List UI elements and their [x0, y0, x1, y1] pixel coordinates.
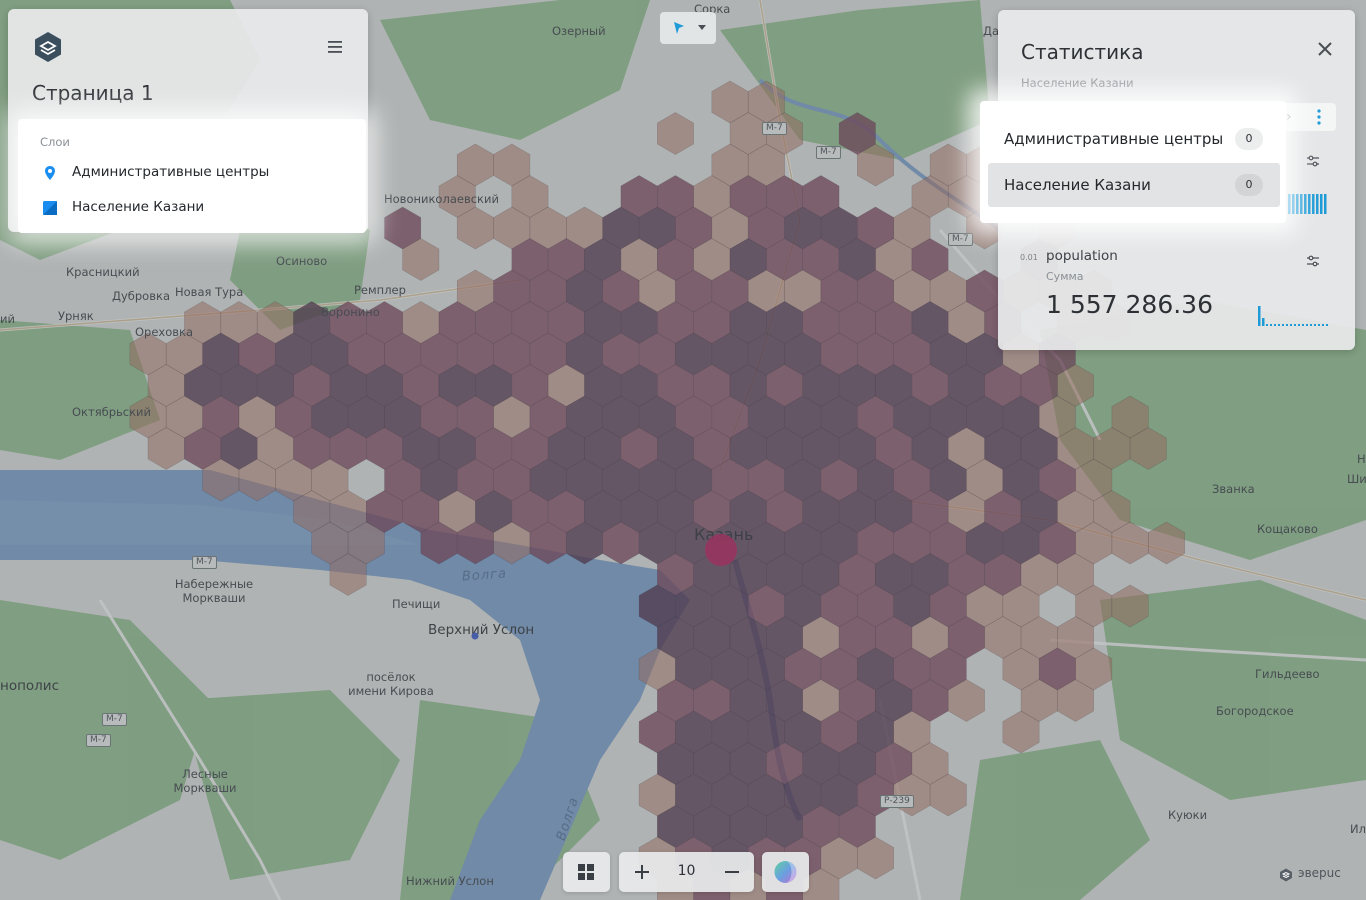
place-label: Красницкий — [66, 265, 140, 279]
metric-aggregation: Сумма — [1046, 270, 1084, 283]
place-label: посёлок имени Кирова — [348, 670, 434, 698]
grid-icon — [578, 864, 594, 880]
app-logo-icon — [35, 32, 61, 62]
place-label: Н — [1357, 452, 1366, 466]
place-label: Воронино — [321, 305, 380, 319]
road-shield: М-7 — [762, 122, 787, 135]
road-shield: М-7 — [86, 734, 111, 747]
option-count-badge: 0 — [1235, 174, 1263, 196]
layers-list: Слои Административные центры Население К… — [18, 119, 366, 233]
layer-item-admin-centers[interactable]: Административные центры — [32, 159, 352, 187]
place-label: нополис — [0, 678, 59, 694]
more-vertical-icon[interactable] — [1314, 107, 1324, 127]
admin-center-marker[interactable] — [703, 532, 739, 568]
option-count-badge: 0 — [1235, 128, 1263, 150]
layer-name: Административные центры — [72, 164, 270, 180]
cursor-arrow-icon — [674, 22, 706, 34]
sidebar-panel: Страница 1 Слои Административные центры … — [8, 9, 368, 233]
place-dot — [471, 632, 479, 640]
population-hex-cell — [1148, 521, 1185, 565]
layer-name: Население Казани — [72, 199, 205, 215]
navigation-tool-button[interactable] — [660, 12, 716, 44]
map-pin-icon — [45, 166, 55, 180]
place-label: Новониколаевский — [384, 192, 499, 206]
population-hex-cell — [656, 112, 694, 155]
place-label: Гильдеево — [1255, 667, 1320, 681]
place-label: Куюки — [1168, 808, 1208, 822]
place-label: Набережные Моркваши — [174, 577, 254, 605]
attribution-text: эверuc — [1298, 866, 1341, 880]
population-hex-cell — [1111, 584, 1149, 628]
close-icon[interactable] — [1316, 40, 1334, 58]
dropdown-option-population[interactable]: Население Казани 0 — [988, 163, 1280, 207]
place-label: Ши — [1347, 472, 1366, 486]
place-label: Озерный — [552, 24, 606, 38]
place-label: Ремплер — [354, 283, 406, 297]
place-label: Ил — [1350, 822, 1366, 836]
layers-heading: Слои — [40, 135, 70, 149]
road-shield: М-7 — [192, 556, 217, 569]
stats-layer-name: Население Казани — [1021, 76, 1134, 90]
place-label: Да — [983, 24, 1000, 38]
polygon-layer-icon — [43, 201, 57, 215]
option-label: Административные центры — [1004, 130, 1224, 148]
tune-icon[interactable] — [1306, 254, 1320, 268]
everuc-logo-icon — [1280, 868, 1292, 882]
place-label: Верхний Услон — [428, 622, 535, 638]
place-label: Дубровка — [112, 289, 170, 303]
place-label: Лесные Моркваши — [173, 767, 237, 795]
road-shield: М-7 — [816, 146, 841, 159]
histogram-sparkline — [1258, 306, 1330, 326]
hamburger-menu-icon[interactable] — [326, 37, 346, 57]
zoom-control: 10 — [619, 852, 754, 892]
layout-grid-button[interactable] — [563, 852, 610, 892]
road-shield: Р-239 — [880, 795, 914, 808]
page-title: Страница 1 — [32, 81, 154, 105]
histogram-sparkline — [1288, 194, 1327, 214]
basemap-globe-icon — [774, 861, 797, 883]
road-shield: М-7 — [102, 713, 127, 726]
zoom-out-button[interactable] — [709, 852, 754, 892]
layer-select-dropdown: Административные центры 0 Население Каза… — [980, 101, 1286, 223]
chevron-right-icon[interactable]: › — [1286, 109, 1292, 125]
decimal-field-icon: 0.01 — [1020, 253, 1038, 262]
place-label: Богородское — [1216, 704, 1294, 718]
metric-name: population — [1046, 248, 1118, 264]
place-label: Урняк — [58, 309, 94, 323]
place-label: ий — [0, 312, 15, 326]
tune-icon[interactable] — [1306, 154, 1320, 168]
place-label: Осиново — [276, 254, 328, 268]
place-label: Печищи — [392, 597, 441, 611]
dropdown-option-admin-centers[interactable]: Административные центры 0 — [988, 117, 1280, 161]
metric-value: 1 557 286.36 — [1046, 290, 1213, 319]
zoom-in-button[interactable] — [619, 852, 664, 892]
zoom-level: 10 — [677, 863, 696, 879]
layer-item-population[interactable]: Население Казани — [32, 194, 352, 222]
stats-title: Статистика — [1021, 40, 1144, 64]
place-label: Ореховка — [135, 325, 194, 339]
place-label: Октябрьский — [72, 405, 152, 419]
basemap-switch-button[interactable] — [762, 852, 809, 892]
place-label: Нижний Услон — [406, 874, 494, 888]
metric-card: 0.01 population Сумма 1 557 286.36 — [1018, 248, 1336, 328]
place-label: Новая Тура — [175, 285, 244, 299]
place-label: Кощаково — [1257, 522, 1318, 536]
road-shield: М-7 — [948, 233, 973, 246]
option-label: Население Казани — [1004, 176, 1151, 194]
place-label: Званка — [1212, 482, 1255, 496]
